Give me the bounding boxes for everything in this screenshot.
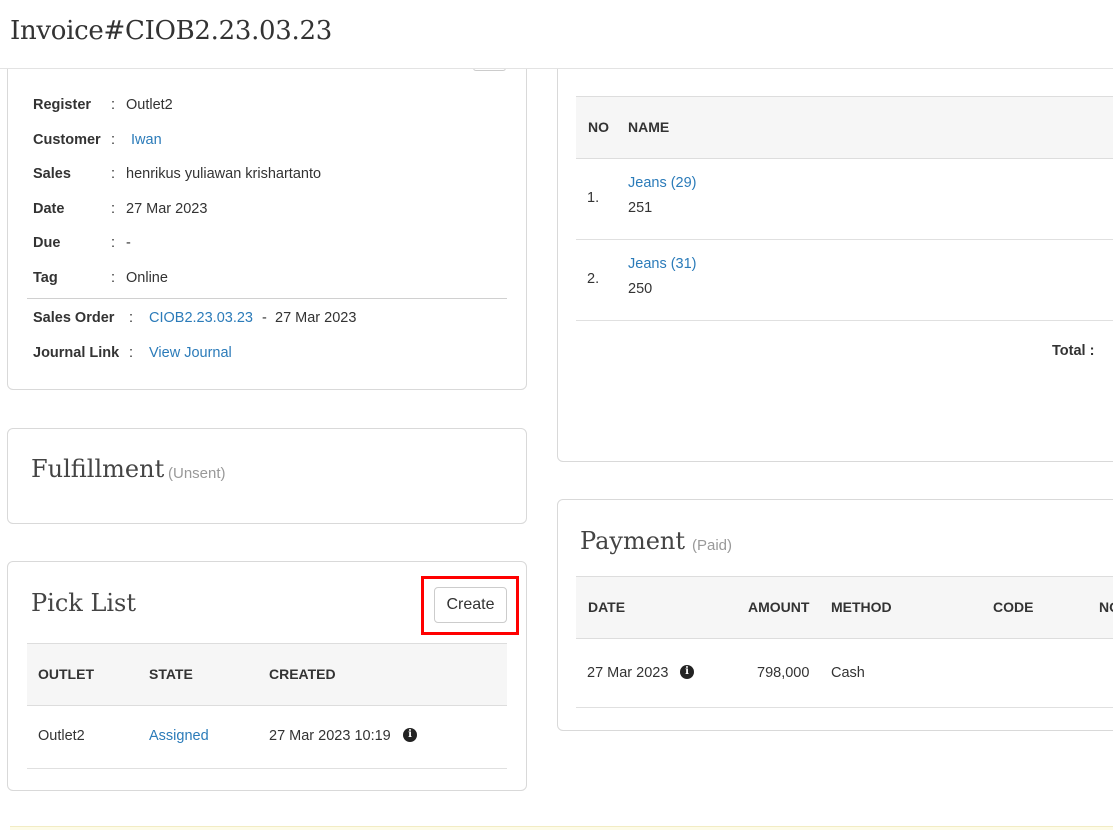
invoice-details-card [7, 40, 527, 390]
payment-row-method: Cash [831, 665, 865, 681]
pick-list-title: Pick List [31, 589, 137, 617]
pick-list-row-created: 27 Mar 2023 10:19 [269, 728, 391, 744]
pick-list-table-header [27, 643, 507, 706]
register-colon: : [111, 97, 116, 113]
register-label: Register [33, 97, 92, 113]
payment-row-amount: 798,000 [757, 665, 810, 681]
payment-row-divider [576, 707, 1113, 708]
pick-list-row-divider [27, 768, 507, 769]
items-col-name: NAME [628, 119, 670, 135]
items-row-divider-2 [576, 320, 1113, 321]
sales-value: henrikus yuliawan krishartanto [126, 166, 322, 182]
payment-row-date: 27 Mar 2023 [587, 665, 669, 681]
pick-list-col-outlet: OUTLET [38, 666, 94, 682]
payment-col-no: NO [1099, 599, 1113, 615]
sales-order-separator: - [262, 310, 267, 326]
item-1-name-link[interactable]: Jeans (29) [628, 175, 697, 191]
sales-order-date: 27 Mar 2023 [275, 310, 357, 326]
due-label: Due [33, 235, 61, 251]
journal-link-colon: : [129, 345, 134, 361]
pick-list-col-state: STATE [149, 666, 193, 682]
sales-order-colon: : [129, 310, 134, 326]
item-1-no: 1. [587, 190, 600, 206]
pick-list-col-created: CREATED [269, 666, 336, 682]
payment-col-code: CODE [993, 599, 1034, 615]
date-value: 27 Mar 2023 [126, 201, 208, 217]
item-2-code: 250 [628, 281, 653, 297]
customer-label: Customer [33, 132, 101, 148]
info-icon[interactable]: i [680, 665, 694, 679]
create-pick-list-button[interactable]: Create [434, 587, 507, 623]
details-divider [27, 298, 507, 299]
payment-status: (Paid) [692, 537, 733, 554]
info-icon[interactable]: i [403, 728, 417, 742]
view-journal-link[interactable]: View Journal [149, 345, 232, 361]
notice-bar [10, 826, 1113, 830]
register-value: Outlet2 [126, 97, 173, 113]
sales-label: Sales [33, 166, 71, 182]
item-1-code: 251 [628, 200, 653, 216]
title-bar: Invoice#CIOB2.23.03.23 [0, 0, 1113, 69]
fulfillment-title: Fulfillment [31, 455, 165, 483]
sales-order-label: Sales Order [33, 310, 115, 326]
customer-link[interactable]: Iwan [131, 132, 162, 148]
journal-link-label: Journal Link [33, 345, 120, 361]
date-colon: : [111, 201, 116, 217]
payment-col-method: METHOD [831, 599, 892, 615]
date-label: Date [33, 201, 65, 217]
pick-list-row-outlet: Outlet2 [38, 728, 85, 744]
sales-order-link[interactable]: CIOB2.23.03.23 [149, 310, 253, 326]
due-value: - [126, 235, 131, 251]
payment-col-amount: AMOUNT [748, 599, 810, 615]
sales-colon: : [111, 166, 116, 182]
tag-colon: : [111, 270, 116, 286]
items-row-divider-1 [576, 239, 1113, 240]
item-2-name-link[interactable]: Jeans (31) [628, 256, 697, 272]
payment-title: Payment [580, 527, 685, 555]
due-colon: : [111, 235, 116, 251]
customer-colon: : [111, 132, 116, 148]
pick-list-row-state-link[interactable]: Assigned [149, 728, 209, 744]
item-2-no: 2. [587, 271, 600, 287]
items-col-no: NO [588, 119, 609, 135]
payment-col-date: DATE [588, 599, 626, 615]
tag-value: Online [126, 270, 168, 286]
tag-label: Tag [33, 270, 58, 286]
page-title: Invoice#CIOB2.23.03.23 [10, 16, 332, 46]
items-total-label: Total : [1052, 343, 1095, 359]
fulfillment-status: (Unsent) [168, 465, 226, 482]
